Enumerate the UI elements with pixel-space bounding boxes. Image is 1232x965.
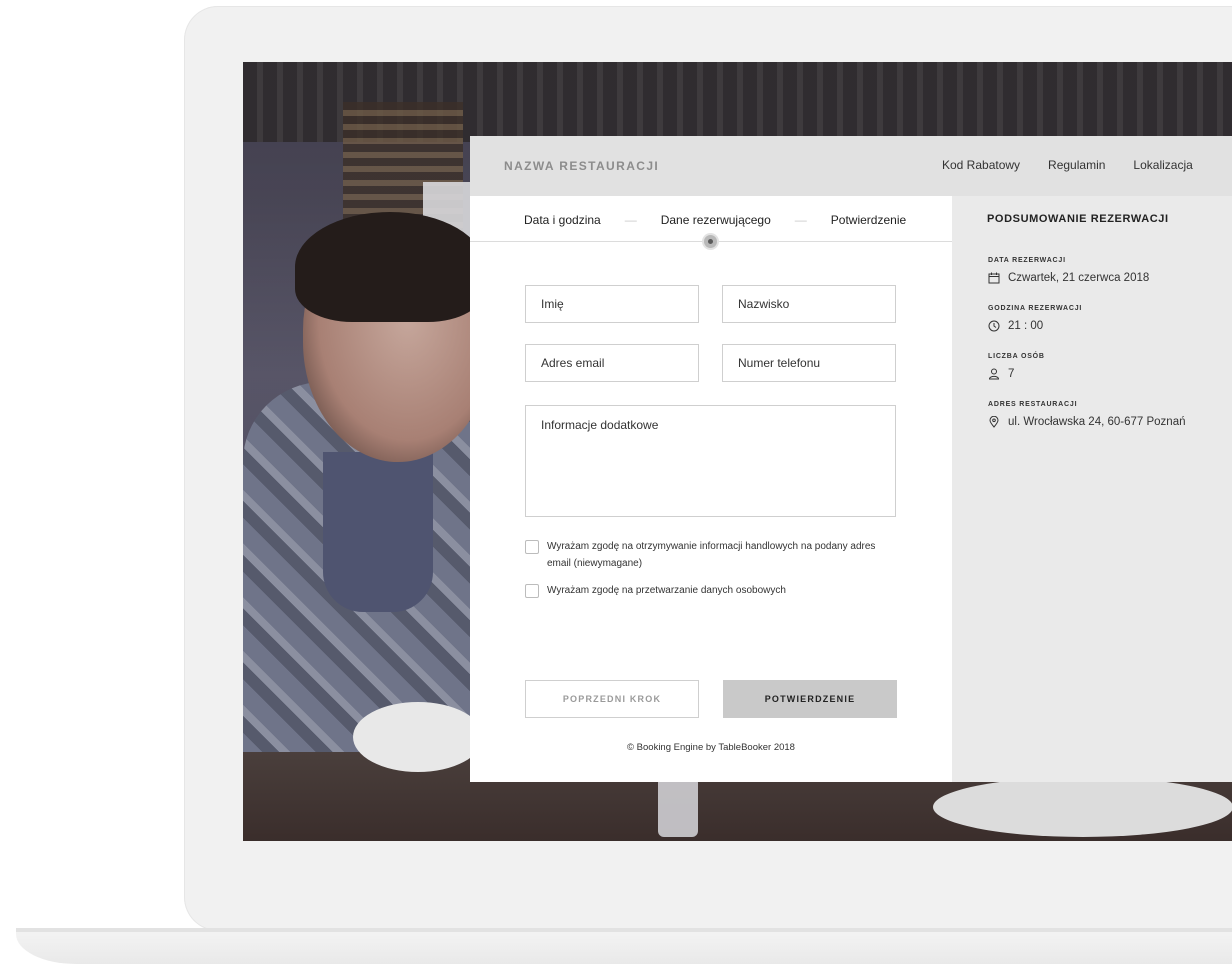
laptop-base-edge [16, 928, 1232, 932]
footer-credit: © Booking Engine by TableBooker 2018 [627, 742, 795, 753]
people-value-row: 7 [988, 368, 1014, 380]
address-label: ADRES RESTAURACJI [988, 401, 1078, 408]
email-field[interactable] [525, 344, 699, 382]
address-value-row: ul. Wrocławska 24, 60-677 Poznań [988, 416, 1186, 428]
time-value: 21 : 00 [1008, 320, 1044, 332]
date-label: DATA REZERWACJI [988, 257, 1066, 264]
confirm-button[interactable]: POTWIERDZENIE [723, 680, 897, 718]
user-icon [988, 368, 1000, 380]
reservation-summary: PODSUMOWANIE REZERWACJI DATA REZERWACJI … [952, 196, 1232, 782]
consent-data-label: Wyrażam zgodę na przetwarzanie danych os… [547, 585, 786, 596]
nav-discount-code[interactable]: Kod Rabatowy [942, 158, 1020, 172]
step-indicator: Data i godzina — Dane rezerwującego — Po… [524, 213, 906, 227]
consent-marketing-label: Wyrażam zgodę na otrzymywanie informacji… [547, 541, 876, 569]
address-value: ul. Wrocławska 24, 60-677 Poznań [1008, 416, 1186, 428]
consent-data-checkbox[interactable] [525, 584, 539, 598]
phone-field[interactable] [722, 344, 896, 382]
nav-terms[interactable]: Regulamin [1048, 158, 1105, 172]
people-value: 7 [1008, 368, 1015, 380]
restaurant-name: NAZWA RESTAURACJI [504, 159, 660, 173]
step-guest-details[interactable]: Dane rezerwującego [661, 213, 771, 227]
step-separator: — [624, 213, 637, 227]
clock-icon [988, 320, 1000, 332]
booking-window: NAZWA RESTAURACJI Kod Rabatowy Regulamin… [470, 136, 1232, 782]
additional-info-field[interactable] [525, 405, 896, 517]
nav-location[interactable]: Lokalizacja [1133, 158, 1192, 172]
date-value-row: Czwartek, 21 czerwca 2018 [988, 272, 1149, 284]
step-active-marker [704, 235, 717, 248]
background-glass [658, 777, 698, 837]
people-label: LICZBA OSÓB [988, 353, 1045, 360]
time-label: GODZINA REZERWACJI [988, 305, 1083, 312]
top-nav: Kod Rabatowy Regulamin Lokalizacja [942, 158, 1193, 172]
time-value-row: 21 : 00 [988, 320, 1043, 332]
previous-step-button[interactable]: POPRZEDNI KROK [525, 680, 699, 718]
calendar-icon [988, 272, 1000, 284]
consent-data-row: Wyrażam zgodę na przetwarzanie danych os… [525, 582, 895, 599]
step-separator: — [794, 213, 807, 227]
last-name-field[interactable] [722, 285, 896, 323]
map-pin-icon [989, 416, 999, 428]
background-plate [353, 702, 483, 772]
background-plate [933, 777, 1232, 837]
background-person-shirt [323, 452, 433, 612]
consent-marketing-row: Wyrażam zgodę na otrzymywanie informacji… [525, 538, 895, 572]
first-name-field[interactable] [525, 285, 699, 323]
reservation-form: Data i godzina — Dane rezerwującego — Po… [470, 196, 952, 782]
step-confirmation[interactable]: Potwierdzenie [831, 213, 906, 227]
step-date-time[interactable]: Data i godzina [524, 213, 601, 227]
date-value: Czwartek, 21 czerwca 2018 [1008, 272, 1150, 284]
consent-marketing-checkbox[interactable] [525, 540, 539, 554]
summary-title: PODSUMOWANIE REZERWACJI [987, 213, 1169, 225]
top-bar: NAZWA RESTAURACJI Kod Rabatowy Regulamin… [470, 136, 1232, 196]
laptop-base [16, 928, 1232, 964]
background-person-hair [295, 212, 485, 322]
